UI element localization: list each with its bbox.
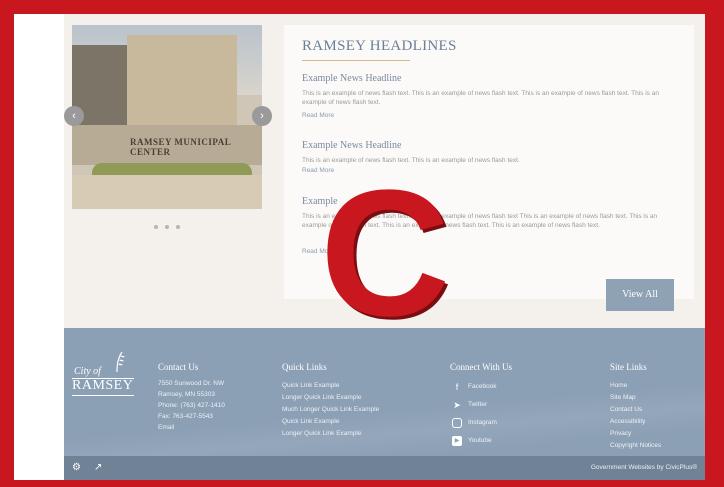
slider-sign-text: RAMSEY MUNICIPAL CENTER	[130, 137, 231, 157]
read-more-link[interactable]: Read More	[302, 112, 334, 119]
image-slider[interactable]: RAMSEY MUNICIPAL CENTER	[72, 25, 262, 209]
contact-fax: Fax: 763-427-5543	[158, 413, 213, 420]
logo-ramsey: RAMSEY	[72, 378, 134, 393]
contact-city: Ramsey, MN 55303	[158, 391, 215, 398]
quick-link[interactable]: Quick Link Example	[282, 382, 339, 389]
connect-title: Connect With Us	[450, 362, 512, 372]
news-title-underline	[302, 60, 410, 61]
news-headline[interactable]: Example News Headline	[302, 140, 401, 151]
site-links-title: Site Links	[610, 362, 647, 372]
site-link[interactable]: Privacy	[610, 430, 631, 437]
gear-icon[interactable]: ⚙	[72, 462, 81, 473]
bottom-bar: ⚙ ↗ Government Websites by CivicPlus®	[64, 456, 705, 480]
news-headline[interactable]: Example News Headline	[302, 73, 401, 84]
quick-link[interactable]: Longer Quick Link Example	[282, 394, 362, 401]
slider-dot[interactable]	[165, 225, 169, 229]
news-flash-text: This is an example of news flash text. T…	[302, 90, 659, 106]
twitter-icon[interactable]: ➤	[452, 400, 462, 410]
slider-next-button[interactable]: ›	[252, 106, 272, 126]
slider-prev-button[interactable]: ‹	[64, 106, 84, 126]
contact-phone[interactable]: Phone: (763) 427-1410	[158, 402, 225, 409]
logo-rule-bottom	[72, 395, 134, 396]
contact-us-title: Contact Us	[158, 362, 199, 372]
site-link[interactable]: Accessibility	[610, 418, 645, 425]
overlay-letter: C	[320, 153, 450, 354]
site-link[interactable]: Contact Us	[610, 406, 642, 413]
youtube-link[interactable]: Youtube	[468, 437, 492, 444]
chevron-right-icon: ›	[260, 110, 264, 122]
wheat-logo-icon	[116, 351, 125, 372]
quick-link[interactable]: Much Longer Quick Link Example	[282, 406, 379, 413]
facebook-icon[interactable]: f	[452, 382, 462, 392]
page-screenshot: RAMSEY MUNICIPAL CENTER ‹ › RAMSEY HEADL…	[14, 14, 705, 480]
slider-dots	[154, 216, 194, 229]
instagram-icon[interactable]	[452, 418, 462, 428]
twitter-link[interactable]: Twitter	[468, 401, 487, 408]
slider-dot[interactable]	[176, 225, 180, 229]
youtube-icon[interactable]: ▶	[452, 436, 462, 446]
slider-stone-wall	[72, 175, 262, 209]
quick-link[interactable]: Quick Link Example	[282, 418, 339, 425]
footer-wave	[64, 388, 705, 456]
facebook-link[interactable]: Facebook	[468, 383, 497, 390]
quick-link[interactable]: Longer Quick Link Example	[282, 430, 362, 437]
instagram-link[interactable]: Instagram	[468, 419, 497, 426]
site-link[interactable]: Site Map	[610, 394, 636, 401]
site-link[interactable]: Copyright Notices	[610, 442, 661, 449]
contact-address: 7550 Sunwood Dr. NW	[158, 380, 225, 387]
city-logo[interactable]: City of RAMSEY	[72, 350, 134, 400]
slider-dot[interactable]	[154, 225, 158, 229]
contact-email-link[interactable]: Email	[158, 424, 174, 431]
logo-city-of: City of	[74, 366, 101, 377]
share-icon[interactable]: ↗	[94, 462, 102, 473]
civicplus-credit[interactable]: Government Websites by CivicPlus®	[591, 464, 697, 471]
view-all-button[interactable]: View All	[606, 279, 674, 311]
quick-links-title: Quick Links	[282, 362, 327, 372]
site-link[interactable]: Home	[610, 382, 627, 389]
chevron-left-icon: ‹	[72, 110, 76, 122]
news-title: RAMSEY HEADLINES	[302, 38, 457, 54]
